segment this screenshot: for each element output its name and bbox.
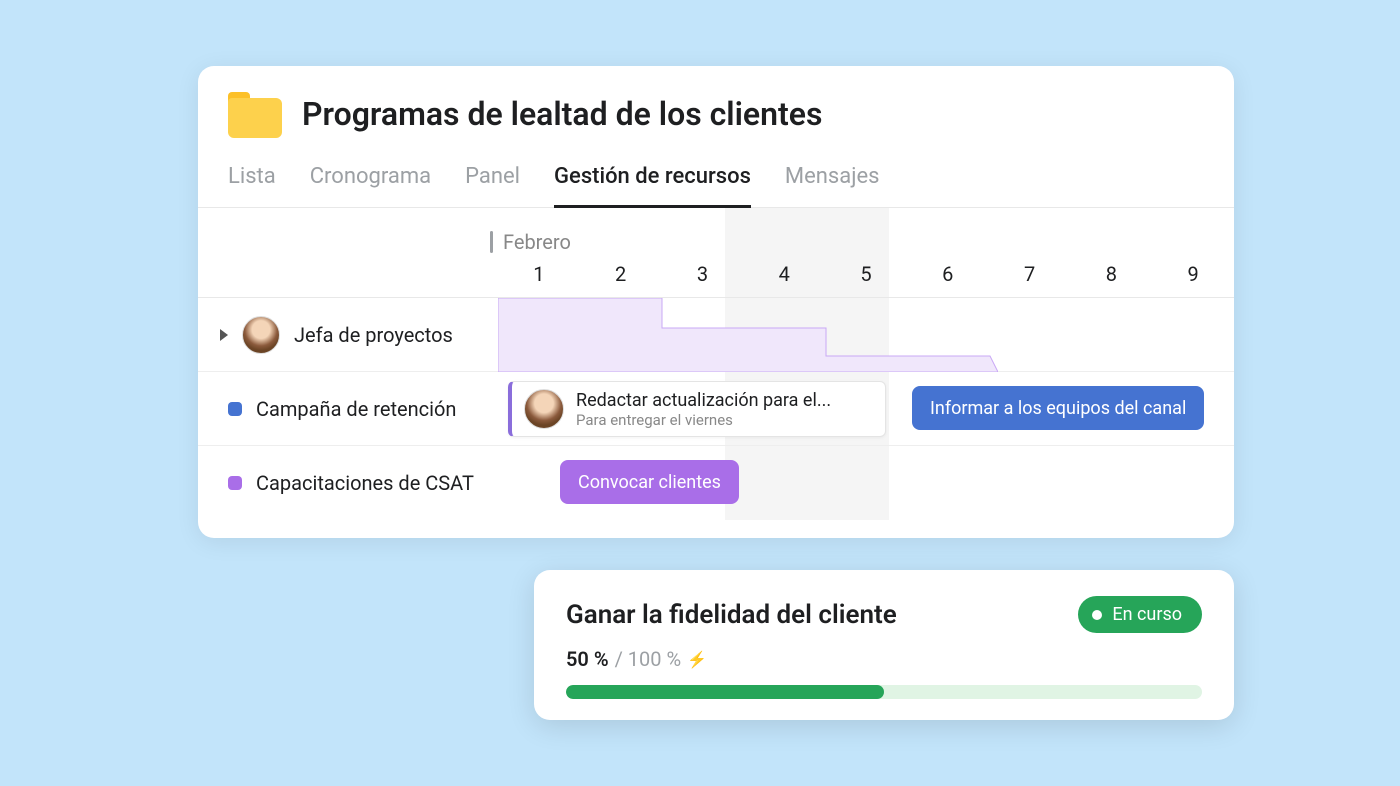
avatar (524, 389, 564, 429)
metric-current: 50 % (566, 647, 609, 671)
avatar (242, 316, 280, 354)
timeline-row-person: Jefa de proyectos (198, 298, 1234, 372)
project-panel: Programas de lealtad de los clientes Lis… (198, 66, 1234, 538)
folder-icon (228, 90, 282, 138)
day-3: 3 (662, 262, 744, 286)
tab-cronograma[interactable]: Cronograma (310, 150, 431, 208)
goal-metrics: 50 % / 100 % ⚡ (566, 647, 1202, 671)
task-pill-informar[interactable]: Informar a los equipos del canal (912, 386, 1204, 430)
row-label-text: Campaña de retención (256, 397, 456, 421)
day-9: 9 (1152, 262, 1234, 286)
month-tick-icon (490, 231, 493, 253)
category-color-icon (228, 476, 242, 490)
progress-bar (566, 685, 1202, 699)
lightning-icon: ⚡ (687, 650, 707, 669)
day-8: 8 (1070, 262, 1152, 286)
timeline-row-csat: Capacitaciones de CSAT Convocar clientes (198, 446, 1234, 520)
day-6: 6 (907, 262, 989, 286)
timeline-body: Jefa de proyectos Campaña de retención (198, 298, 1234, 520)
metric-total: / 100 % (615, 647, 682, 671)
tab-mensajes[interactable]: Mensajes (785, 150, 880, 208)
row-label-text: Jefa de proyectos (294, 323, 453, 347)
header: Programas de lealtad de los clientes (198, 66, 1234, 150)
day-numbers: 1 2 3 4 5 6 7 8 9 (498, 262, 1234, 286)
task-card[interactable]: Redactar actualización para el... Para e… (508, 381, 886, 437)
month-label: Febrero (490, 230, 571, 254)
day-5: 5 (825, 262, 907, 286)
progress-fill (566, 685, 884, 699)
status-dot-icon (1092, 610, 1102, 620)
day-4: 4 (743, 262, 825, 286)
timeline-header: Febrero 1 2 3 4 5 6 7 8 9 (198, 208, 1234, 298)
tab-gestion-recursos[interactable]: Gestión de recursos (554, 150, 751, 208)
capacity-chart (498, 298, 998, 372)
tab-lista[interactable]: Lista (228, 150, 276, 208)
expand-icon[interactable] (220, 329, 228, 341)
category-color-icon (228, 402, 242, 416)
tabs: Lista Cronograma Panel Gestión de recurs… (198, 150, 1234, 208)
goal-title: Ganar la fidelidad del cliente (566, 600, 897, 630)
task-pill-convocar[interactable]: Convocar clientes (560, 460, 739, 504)
row-label-text: Capacitaciones de CSAT (256, 471, 474, 495)
page-title: Programas de lealtad de los clientes (302, 95, 822, 133)
task-subtitle: Para entregar el viernes (576, 411, 831, 429)
task-title: Redactar actualización para el... (576, 390, 831, 411)
tab-panel[interactable]: Panel (465, 150, 520, 208)
day-7: 7 (989, 262, 1071, 286)
status-badge[interactable]: En curso (1078, 596, 1202, 633)
timeline-row-retencion: Campaña de retención Redactar actualizac… (198, 372, 1234, 446)
day-2: 2 (580, 262, 662, 286)
day-1: 1 (498, 262, 580, 286)
goal-panel: Ganar la fidelidad del cliente En curso … (534, 570, 1234, 720)
